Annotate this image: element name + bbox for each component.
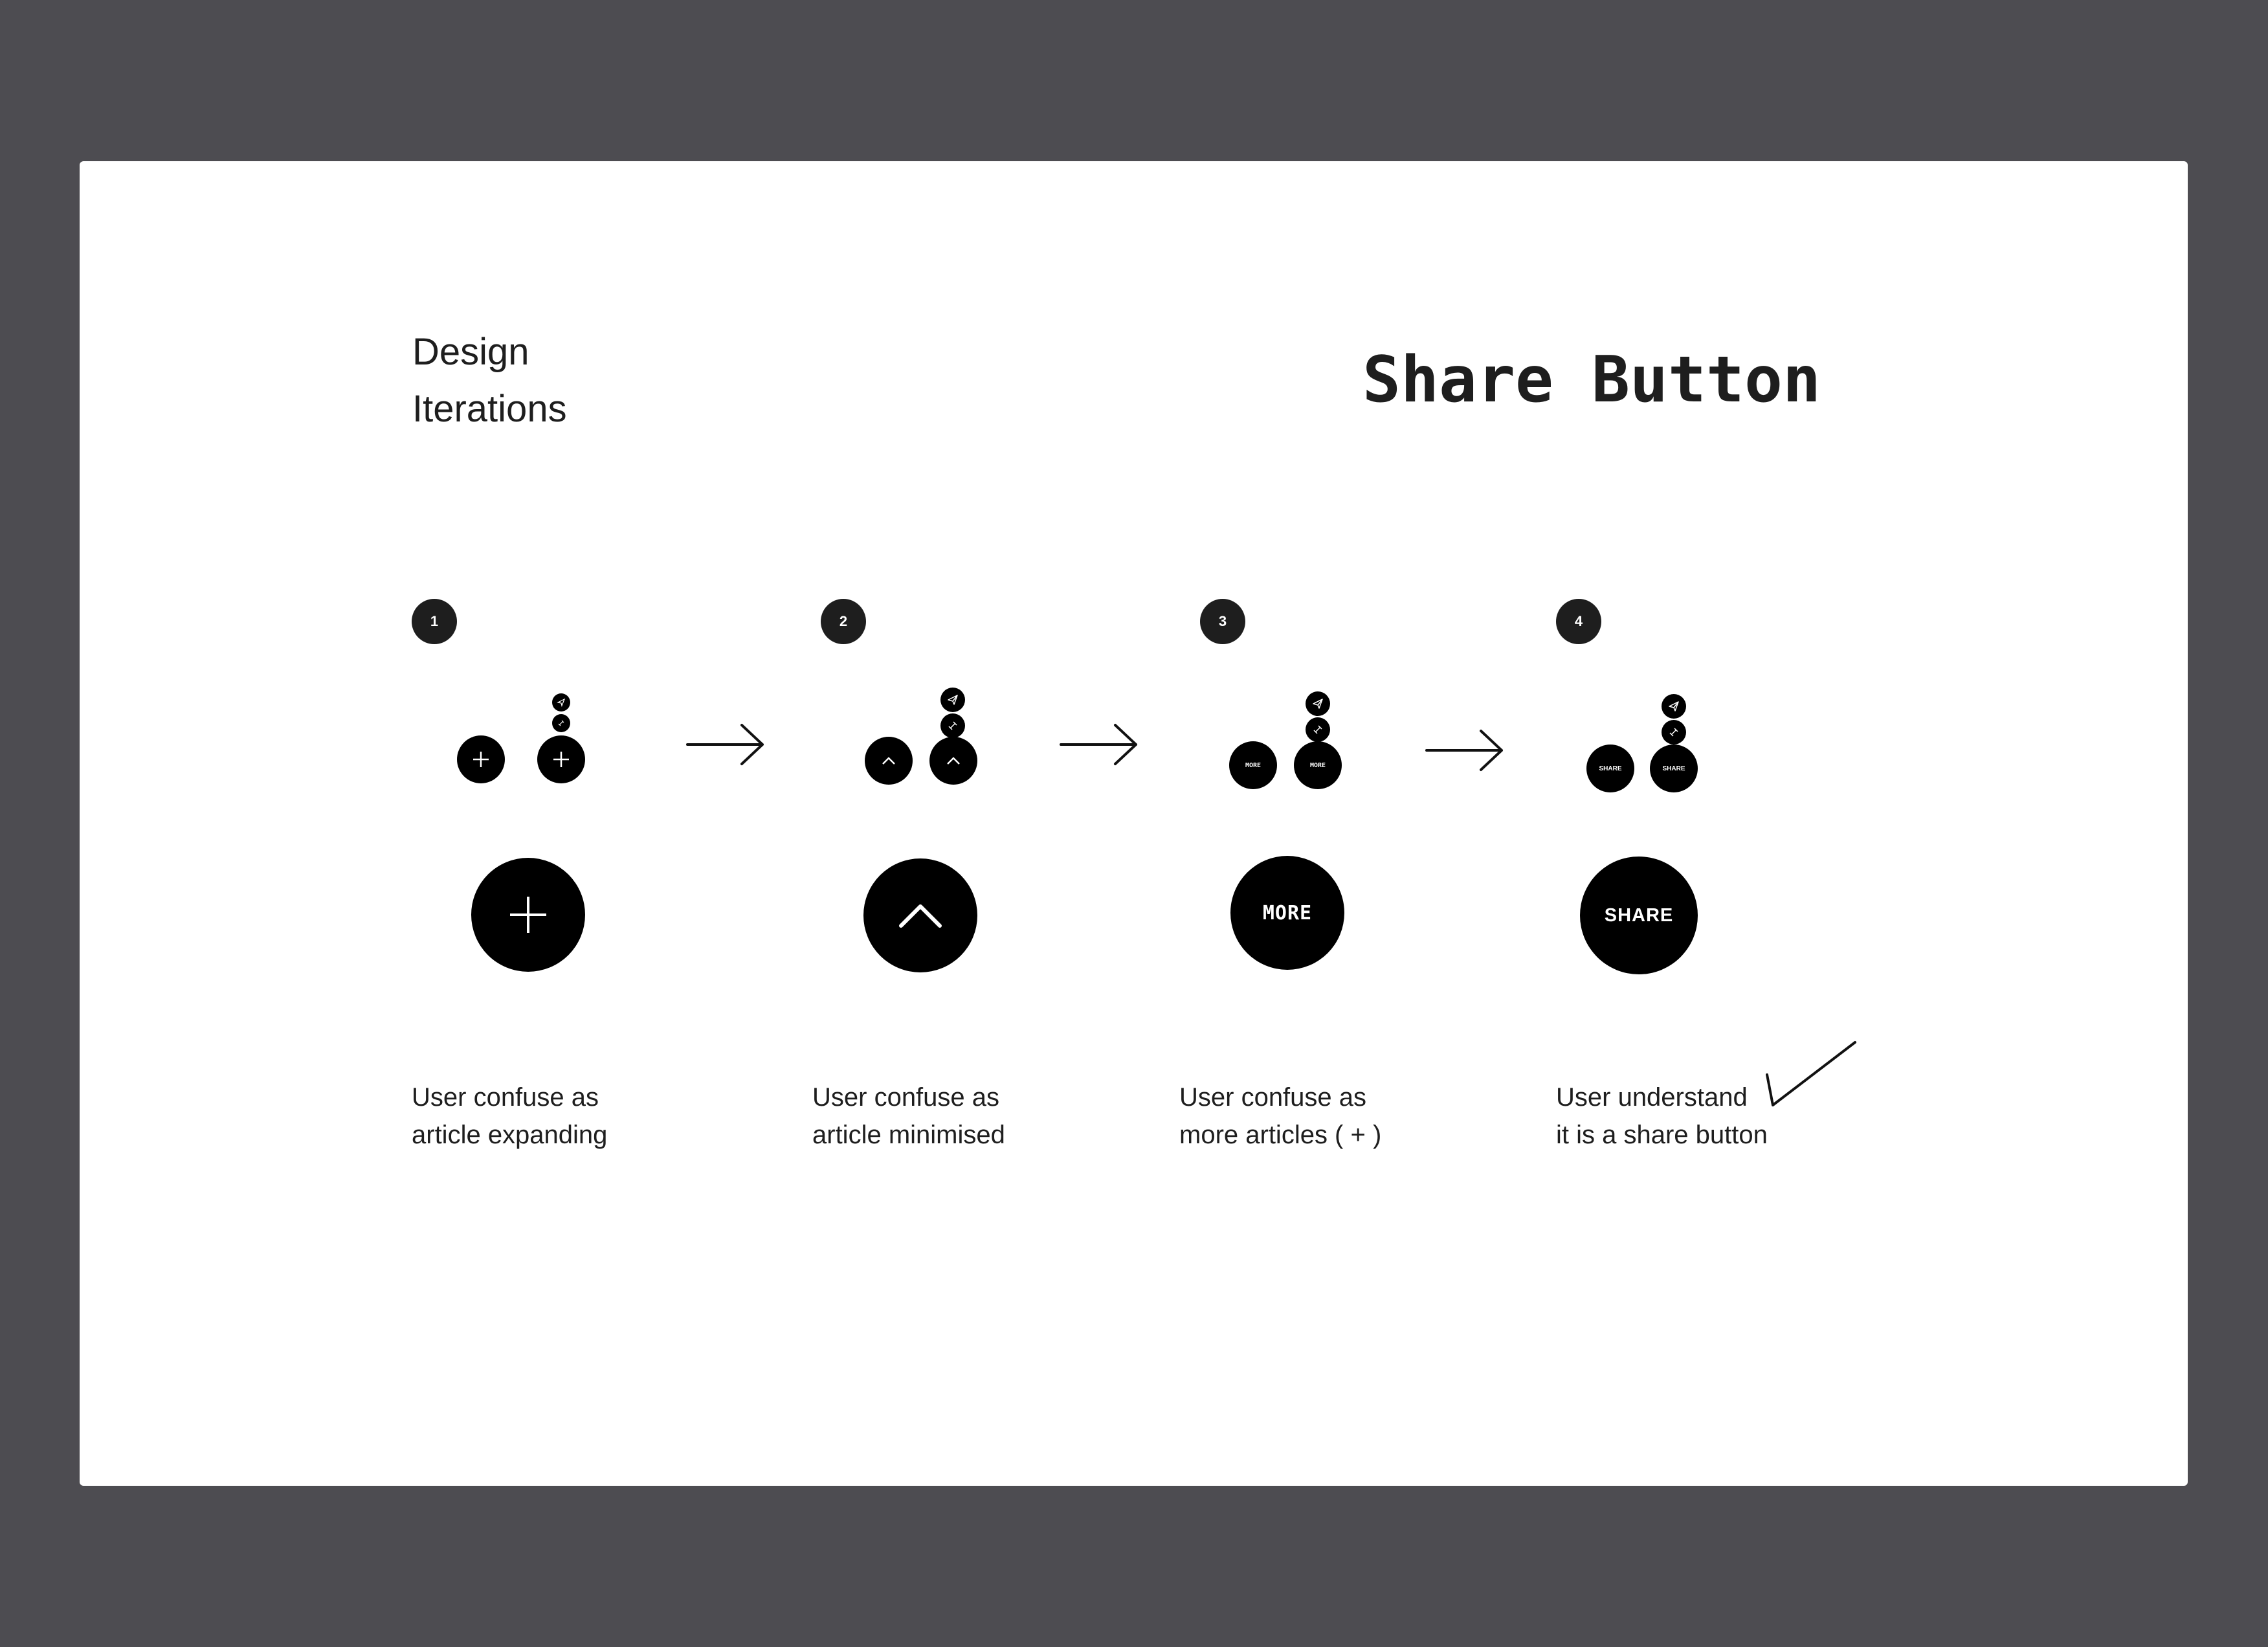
section-heading: Design Iterations: [412, 324, 567, 438]
more-button-label: MORE: [1262, 901, 1313, 924]
arrow-right-icon: [686, 724, 764, 765]
page-title: Share Button: [1362, 343, 1821, 417]
more-button-expanded[interactable]: MORE: [1294, 741, 1342, 789]
more-button-label: MORE: [1245, 761, 1262, 769]
step-badge-4: 4: [1556, 599, 1601, 644]
step-badge-1: 1: [412, 599, 457, 644]
link-icon: [1313, 725, 1322, 734]
chevron-button-large[interactable]: [863, 858, 977, 972]
send-icon: [948, 695, 958, 705]
caption-line-1: User understand: [1556, 1083, 1748, 1112]
checkmark-icon: [1766, 1041, 1856, 1106]
share-option-send[interactable]: [552, 693, 570, 711]
arrow-right-icon: [1060, 724, 1137, 765]
share-option-send[interactable]: [940, 688, 965, 712]
plus-button-large[interactable]: [471, 858, 585, 972]
caption-line-2: more articles ( + ): [1179, 1121, 1382, 1149]
share-button-collapsed[interactable]: SHARE: [1586, 745, 1634, 792]
share-button-large[interactable]: SHARE: [1580, 857, 1698, 974]
caption-line-2: it is a share button: [1556, 1121, 1768, 1149]
share-option-link[interactable]: [552, 714, 570, 732]
step-badge-2: 2: [821, 599, 866, 644]
send-icon: [1313, 699, 1323, 709]
caption-step-1: User confuse as article expanding: [412, 1079, 607, 1154]
more-button-large[interactable]: MORE: [1230, 856, 1344, 970]
caption-step-4: User understand it is a share button: [1556, 1079, 1768, 1154]
caption-line-2: article minimised: [812, 1121, 1005, 1149]
chevron-up-icon: [882, 757, 895, 765]
caption-step-2: User confuse as article minimised: [812, 1079, 1005, 1154]
caption-line-2: article expanding: [412, 1121, 608, 1149]
plus-icon: [473, 752, 489, 767]
share-button-label: SHARE: [1599, 765, 1622, 772]
caption-line-1: User confuse as: [412, 1083, 599, 1112]
chevron-button-collapsed[interactable]: [865, 737, 913, 785]
heading-line-1: Design: [412, 331, 529, 373]
plus-icon: [510, 897, 546, 933]
chevron-up-icon: [947, 757, 960, 765]
slide-canvas: [80, 161, 2188, 1486]
chevron-button-expanded[interactable]: [929, 737, 977, 785]
share-button-label: SHARE: [1662, 765, 1685, 772]
share-option-link[interactable]: [940, 713, 965, 738]
link-icon: [558, 720, 564, 726]
plus-button-expanded[interactable]: [537, 735, 585, 783]
share-button-expanded[interactable]: SHARE: [1650, 745, 1698, 792]
caption-line-1: User confuse as: [812, 1083, 1000, 1112]
share-option-send[interactable]: [1306, 691, 1330, 716]
caption-step-3: User confuse as more articles ( + ): [1179, 1079, 1381, 1154]
plus-icon: [553, 752, 569, 767]
share-option-link[interactable]: [1662, 720, 1686, 745]
share-option-link[interactable]: [1306, 717, 1330, 742]
heading-line-2: Iterations: [412, 388, 567, 430]
share-option-send[interactable]: [1662, 694, 1686, 719]
more-button-collapsed[interactable]: MORE: [1229, 741, 1277, 789]
share-button-label: SHARE: [1604, 904, 1674, 926]
link-icon: [948, 721, 957, 730]
chevron-up-icon: [899, 904, 942, 928]
arrow-right-icon: [1425, 730, 1503, 771]
caption-line-1: User confuse as: [1179, 1083, 1367, 1112]
send-icon: [1669, 701, 1679, 711]
link-icon: [1669, 728, 1678, 737]
more-button-label: MORE: [1309, 761, 1326, 769]
send-icon: [557, 698, 566, 707]
plus-button-collapsed[interactable]: [457, 735, 505, 783]
step-badge-3: 3: [1200, 599, 1245, 644]
